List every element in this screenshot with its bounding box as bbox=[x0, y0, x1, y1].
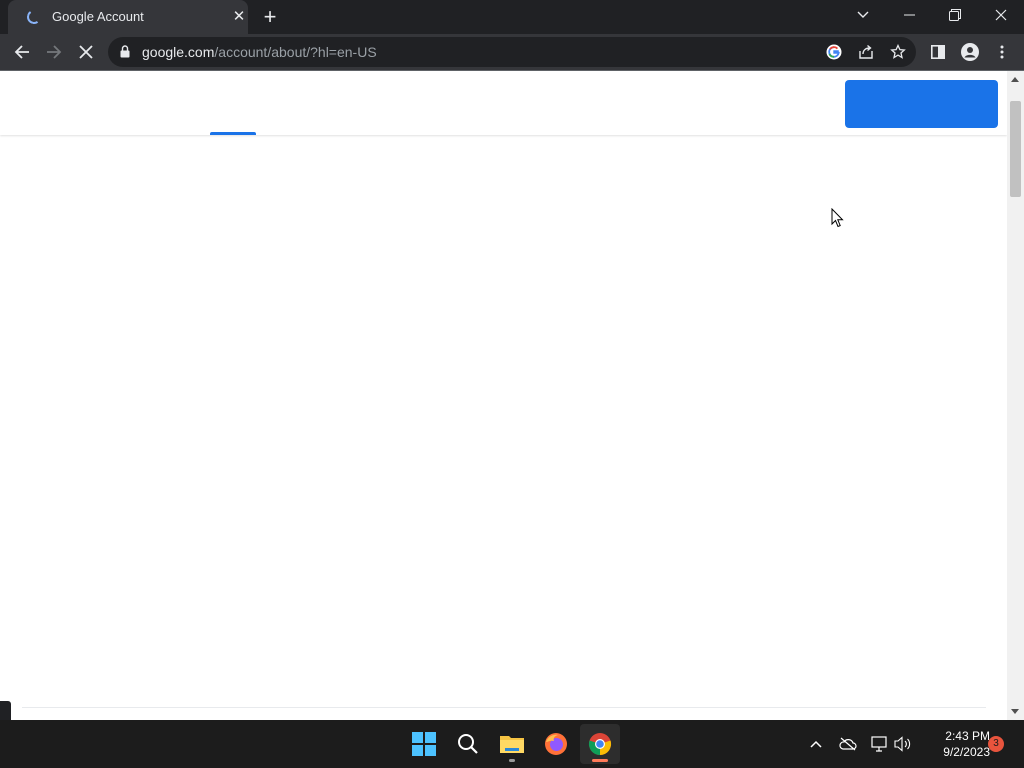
arrow-left-icon bbox=[14, 45, 29, 59]
taskbar-firefox[interactable] bbox=[536, 724, 576, 764]
clock-date: 9/2/2023 bbox=[943, 745, 990, 759]
loading-spinner-icon bbox=[25, 8, 43, 26]
profile-icon bbox=[961, 43, 979, 61]
taskbar-search-button[interactable] bbox=[448, 724, 488, 764]
side-panel-button[interactable] bbox=[924, 38, 952, 66]
kebab-menu-icon bbox=[1000, 45, 1004, 59]
page-scrollbar[interactable] bbox=[1007, 71, 1024, 721]
search-icon bbox=[458, 734, 478, 754]
forward-button[interactable] bbox=[40, 38, 68, 66]
corner-widget[interactable] bbox=[0, 701, 11, 721]
chevron-up-icon bbox=[810, 740, 822, 748]
scroll-up-arrow-icon[interactable] bbox=[1011, 77, 1019, 82]
browser-toolbar: google.com/account/about/?hl=en-US bbox=[0, 34, 1024, 70]
stop-x-icon bbox=[79, 45, 93, 59]
primary-cta-button[interactable] bbox=[845, 80, 998, 128]
url-host: google.com bbox=[142, 44, 215, 60]
browser-menu-button[interactable] bbox=[988, 38, 1016, 66]
page-viewport bbox=[0, 70, 1024, 721]
speaker-icon bbox=[894, 736, 911, 752]
taskbar-file-explorer[interactable] bbox=[492, 724, 532, 764]
mouse-cursor-icon bbox=[831, 208, 844, 228]
running-indicator bbox=[509, 759, 515, 762]
tab-google-account[interactable]: Google Account ✕ bbox=[8, 0, 248, 34]
arrow-right-icon bbox=[47, 45, 62, 59]
taskbar-clock[interactable]: 2:43 PM 9/2/2023 bbox=[920, 728, 990, 760]
windows-taskbar: 2:43 PM 9/2/2023 bbox=[0, 720, 1024, 768]
stop-loading-button[interactable] bbox=[72, 38, 100, 66]
chrome-icon bbox=[588, 733, 612, 756]
side-panel-icon bbox=[931, 45, 945, 59]
tab-close-icon[interactable]: ✕ bbox=[230, 8, 248, 26]
profile-button[interactable] bbox=[956, 38, 984, 66]
onedrive-tray-button[interactable] bbox=[838, 734, 858, 754]
scroll-thumb[interactable] bbox=[1010, 101, 1021, 197]
browser-titlebar: Google Account ✕ + bbox=[0, 0, 1024, 34]
tray-overflow-button[interactable] bbox=[806, 734, 826, 754]
network-tray-button[interactable] bbox=[870, 734, 890, 754]
volume-tray-button[interactable] bbox=[893, 734, 913, 754]
back-button[interactable] bbox=[8, 38, 36, 66]
url-text[interactable]: google.com/account/about/?hl=en-US bbox=[142, 44, 377, 60]
minimize-icon bbox=[903, 14, 915, 16]
bookmark-star-button[interactable] bbox=[888, 42, 908, 62]
restore-button[interactable] bbox=[932, 0, 978, 30]
lock-icon[interactable] bbox=[120, 45, 130, 58]
close-window-button[interactable] bbox=[978, 0, 1024, 30]
star-icon bbox=[890, 44, 906, 59]
windows-start-icon bbox=[412, 732, 436, 756]
google-g-icon bbox=[826, 44, 842, 60]
folder-icon bbox=[500, 736, 524, 753]
active-nav-indicator bbox=[210, 132, 256, 135]
footer-divider bbox=[22, 707, 986, 708]
minimize-button[interactable] bbox=[886, 0, 932, 30]
address-bar[interactable]: google.com/account/about/?hl=en-US bbox=[108, 37, 916, 67]
start-button[interactable] bbox=[404, 724, 444, 764]
chevron-down-icon bbox=[857, 11, 869, 18]
share-button[interactable] bbox=[856, 42, 876, 62]
google-lens-button[interactable] bbox=[824, 42, 844, 62]
close-icon bbox=[995, 9, 1007, 21]
page-header bbox=[0, 71, 1007, 135]
active-indicator bbox=[592, 759, 608, 762]
notification-badge[interactable]: 3 bbox=[988, 736, 1004, 752]
scroll-down-arrow-icon[interactable] bbox=[1011, 709, 1019, 714]
tab-search-button[interactable] bbox=[840, 0, 886, 30]
firefox-icon bbox=[545, 733, 567, 755]
network-icon bbox=[871, 736, 887, 752]
tab-title: Google Account bbox=[52, 9, 144, 24]
restore-icon bbox=[949, 9, 961, 21]
new-tab-button[interactable]: + bbox=[259, 6, 281, 28]
cloud-offline-icon bbox=[839, 737, 857, 751]
clock-time: 2:43 PM bbox=[945, 729, 990, 743]
taskbar-chrome[interactable] bbox=[580, 724, 620, 764]
share-icon bbox=[859, 44, 873, 59]
url-path: /account/about/?hl=en-US bbox=[214, 44, 377, 60]
